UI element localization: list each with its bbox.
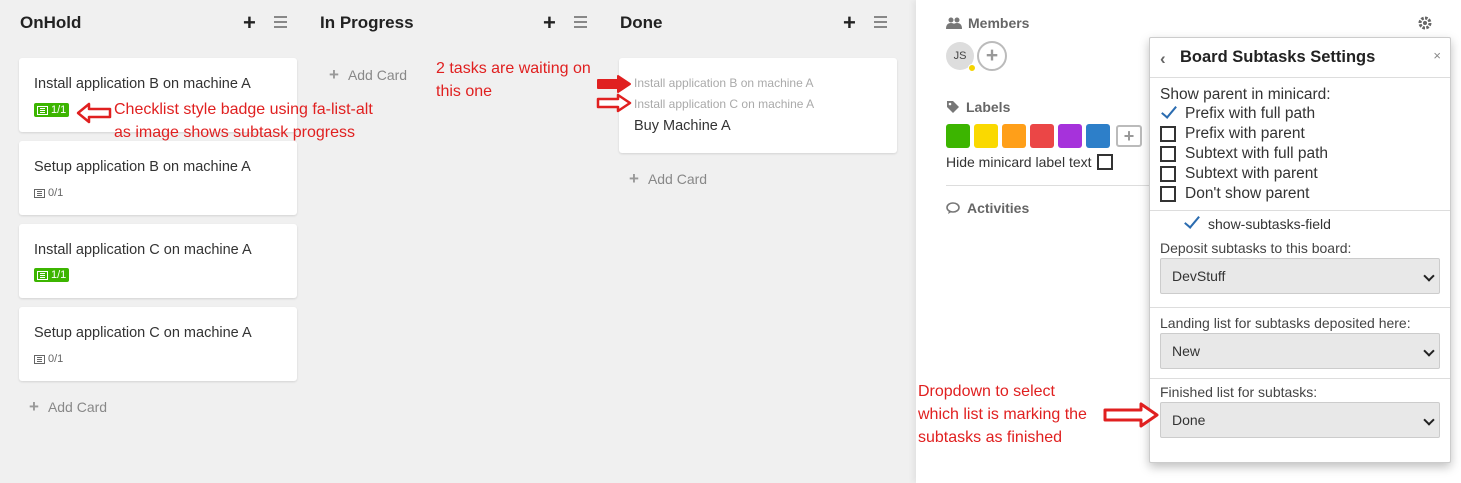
- gear-icon[interactable]: [1418, 16, 1432, 30]
- annotation-waiting: 2 tasks are waiting on this one: [436, 60, 591, 100]
- back-chevron-icon[interactable]: ‹: [1160, 49, 1166, 69]
- subtasks-settings-popup: ‹ Board Subtasks Settings × Show parent …: [1149, 37, 1451, 463]
- deposit-board-select[interactable]: DevStuff: [1160, 258, 1440, 294]
- add-card-label: Add Card: [47, 399, 108, 415]
- activities-heading: Activities: [946, 200, 1029, 216]
- chevron-down-icon: [1423, 270, 1435, 282]
- card-title: Install application B on machine A: [34, 76, 251, 92]
- divider: [1150, 210, 1450, 211]
- members-heading: Members: [946, 15, 1029, 31]
- list-menu-icon[interactable]: [874, 16, 887, 28]
- arrow-left-icon: [76, 102, 112, 124]
- parent-path[interactable]: Install application B on machine A: [634, 76, 813, 90]
- card-title: Setup application C on machine A: [34, 325, 252, 341]
- list-alt-icon: [37, 270, 48, 280]
- comments-icon: [946, 201, 960, 214]
- labels-heading: Labels: [946, 99, 1010, 115]
- landing-label: Landing list for subtasks deposited here…: [1160, 315, 1411, 331]
- label-swatch[interactable]: [1086, 124, 1110, 148]
- card-title: Install application C on machine A: [34, 242, 252, 258]
- option-subtext-parent[interactable]: Subtext with parent: [1160, 165, 1318, 183]
- badge-count: 1/1: [51, 104, 67, 116]
- hide-label-checkbox[interactable]: [1096, 154, 1113, 170]
- list-title: Done: [620, 13, 663, 32]
- badge-count: 0/1: [48, 353, 64, 365]
- check-icon: [1160, 106, 1176, 122]
- arrow-right-icon: [597, 75, 631, 93]
- badge-count: 1/1: [51, 269, 67, 281]
- card-install-c[interactable]: Install application C on machine A 1/1: [19, 224, 297, 298]
- option-prefix-full-path[interactable]: Prefix with full path: [1160, 105, 1315, 123]
- add-card-button[interactable]: + Add Card: [329, 65, 407, 85]
- option-dont-show-parent[interactable]: Don't show parent: [1160, 185, 1309, 203]
- label-swatch[interactable]: [1030, 124, 1054, 148]
- chevron-down-icon: [1423, 414, 1435, 426]
- card-title: Setup application B on machine A: [34, 159, 251, 175]
- tag-icon: [947, 101, 959, 113]
- add-member-button[interactable]: +: [977, 41, 1007, 71]
- add-card-button[interactable]: + Add Card: [29, 397, 107, 417]
- label-swatch[interactable]: [974, 124, 998, 148]
- checklist-badge: 1/1: [34, 103, 70, 117]
- add-card-label: Add Card: [647, 171, 708, 187]
- checklist-badge: 0/1: [34, 353, 63, 365]
- card-buy-machine[interactable]: Install application B on machine A Insta…: [619, 58, 897, 153]
- list-done: Done + Install application B on machine …: [600, 0, 900, 483]
- arrow-right-icon: [1103, 402, 1159, 428]
- show-parent-label: Show parent in minicard:: [1160, 86, 1331, 103]
- label-swatch[interactable]: [1002, 124, 1026, 148]
- plus-icon: +: [329, 65, 339, 84]
- list-alt-icon: [34, 354, 45, 364]
- list-title: OnHold: [20, 13, 82, 32]
- label-swatch[interactable]: [946, 124, 970, 148]
- parent-path[interactable]: Install application C on machine A: [634, 97, 814, 111]
- close-icon[interactable]: ×: [1433, 48, 1441, 63]
- annotation-dropdown: Dropdown to select which list is marking…: [918, 383, 1087, 446]
- status-dot: [968, 64, 976, 72]
- plus-icon: +: [29, 397, 39, 416]
- checkbox[interactable]: [1160, 186, 1176, 202]
- card-setup-c[interactable]: Setup application C on machine A 0/1: [19, 307, 297, 381]
- badge-count: 0/1: [48, 187, 64, 199]
- list-menu-icon[interactable]: [574, 16, 587, 28]
- checklist-badge: 0/1: [34, 187, 63, 199]
- chevron-down-icon: [1423, 345, 1435, 357]
- check-icon: [1183, 216, 1199, 232]
- card-setup-b[interactable]: Setup application B on machine A 0/1: [19, 141, 297, 215]
- add-card-plus-icon[interactable]: +: [543, 10, 556, 36]
- finished-label: Finished list for subtasks:: [1160, 384, 1318, 400]
- list-alt-icon: [34, 188, 45, 198]
- annotation-badge: Checklist style badge using fa-list-alt …: [114, 101, 373, 141]
- divider: [946, 185, 1166, 186]
- users-icon: [946, 17, 962, 29]
- add-card-button[interactable]: + Add Card: [629, 169, 707, 189]
- landing-list-select[interactable]: New: [1160, 333, 1440, 369]
- finished-list-select[interactable]: Done: [1160, 402, 1440, 438]
- hide-label-text[interactable]: Hide minicard label text: [946, 154, 1113, 170]
- show-subtasks-field-toggle[interactable]: show-subtasks-field: [1183, 216, 1331, 232]
- plus-icon: +: [629, 169, 639, 188]
- label-swatch[interactable]: [1058, 124, 1082, 148]
- checkbox[interactable]: [1160, 146, 1176, 162]
- divider: [1150, 378, 1450, 379]
- option-prefix-parent[interactable]: Prefix with parent: [1160, 125, 1305, 143]
- checkbox[interactable]: [1160, 126, 1176, 142]
- checklist-badge: 1/1: [34, 268, 70, 282]
- divider: [1150, 307, 1450, 308]
- list-menu-icon[interactable]: [274, 16, 287, 28]
- list-onhold: OnHold + Install application B on machin…: [0, 0, 300, 483]
- deposit-label: Deposit subtasks to this board:: [1160, 240, 1352, 256]
- add-card-plus-icon[interactable]: +: [843, 10, 856, 36]
- add-label-button[interactable]: +: [1116, 125, 1142, 147]
- checkbox[interactable]: [1160, 166, 1176, 182]
- add-card-label: Add Card: [347, 67, 408, 83]
- card-title: Buy Machine A: [634, 118, 731, 134]
- list-alt-icon: [37, 105, 48, 115]
- arrow-right-icon: [596, 93, 632, 113]
- option-subtext-full-path[interactable]: Subtext with full path: [1160, 145, 1328, 163]
- popup-title: Board Subtasks Settings: [1180, 48, 1376, 66]
- list-title: In Progress: [320, 13, 414, 32]
- add-card-plus-icon[interactable]: +: [243, 10, 256, 36]
- divider: [1150, 77, 1450, 78]
